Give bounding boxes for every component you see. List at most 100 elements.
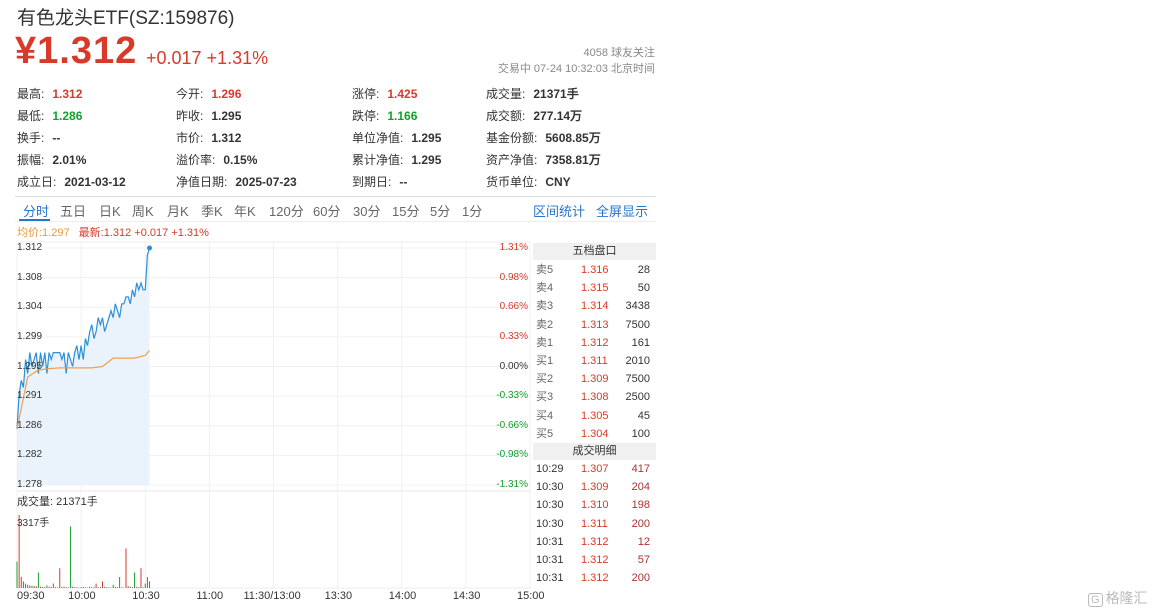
ask-row: 卖2 1.313 7500 xyxy=(533,316,656,334)
ask-row: 卖1 1.312 161 xyxy=(533,334,656,352)
row-label: 10:30 xyxy=(536,499,564,512)
y-percent-tick: -0.66% xyxy=(496,419,528,431)
y-price-tick: 1.312 xyxy=(17,242,43,253)
row-volume: 3438 xyxy=(625,300,650,313)
watermark-logo: G 格隆汇 xyxy=(1088,588,1148,608)
y-price-tick: 1.299 xyxy=(17,330,43,342)
x-time-tick: 11:00 xyxy=(196,590,224,602)
y-percent-tick: 1.31% xyxy=(499,242,528,253)
ask-row: 卖4 1.315 50 xyxy=(533,279,656,297)
row-volume: 198 xyxy=(631,499,650,512)
row-volume: 161 xyxy=(631,336,650,349)
trade-row: 10:31 1.312 12 xyxy=(533,533,656,551)
row-label: 10:31 xyxy=(536,554,564,566)
bid-row: 买4 1.305 45 xyxy=(533,407,656,425)
row-volume: 2500 xyxy=(625,391,650,404)
y-percent-tick: 0.66% xyxy=(499,301,528,313)
trade-row: 10:31 1.312 200 xyxy=(533,569,656,587)
bid-row: 买3 1.308 2500 xyxy=(533,388,656,406)
trades-title: 成交明细 xyxy=(533,443,656,460)
row-label: 买4 xyxy=(536,409,554,422)
trade-row: 10:31 1.312 57 xyxy=(533,551,656,569)
row-volume: 45 xyxy=(637,409,650,422)
row-price: 1.315 xyxy=(581,282,609,295)
row-price: 1.309 xyxy=(581,481,609,494)
y-price-tick: 1.286 xyxy=(17,419,43,431)
row-label: 买1 xyxy=(536,355,554,367)
row-label: 卖3 xyxy=(536,300,554,313)
row-volume: 50 xyxy=(637,282,650,295)
row-label: 10:30 xyxy=(536,517,564,530)
row-price: 1.310 xyxy=(581,499,609,512)
trade-row: 10:30 1.310 198 xyxy=(533,496,656,514)
row-volume: 417 xyxy=(631,463,650,475)
row-label: 10:31 xyxy=(536,535,564,548)
row-label: 买3 xyxy=(536,391,554,404)
order-book-title: 五档盘口 xyxy=(533,243,656,260)
ask-row: 卖3 1.314 3438 xyxy=(533,297,656,315)
row-price: 1.311 xyxy=(581,355,608,367)
row-price: 1.313 xyxy=(581,318,609,331)
watermark-icon: G xyxy=(1088,593,1103,607)
bid-row: 买1 1.311 2010 xyxy=(533,352,656,370)
row-volume: 12 xyxy=(637,535,650,548)
row-price: 1.311 xyxy=(581,517,608,530)
y-price-tick: 1.291 xyxy=(17,390,43,402)
volume-total-label: 成交量: 21371手 xyxy=(17,496,98,508)
row-label: 10:30 xyxy=(536,481,564,494)
row-volume: 200 xyxy=(631,517,650,530)
y-percent-tick: 0.98% xyxy=(499,271,528,283)
row-label: 卖4 xyxy=(536,282,554,295)
trade-row: 10:30 1.309 204 xyxy=(533,478,656,496)
row-price: 1.314 xyxy=(581,300,609,313)
y-percent-tick: -0.33% xyxy=(496,390,528,402)
row-volume: 100 xyxy=(631,427,650,440)
y-price-tick: 1.282 xyxy=(17,449,43,461)
row-price: 1.312 xyxy=(581,572,609,585)
row-price: 1.307 xyxy=(581,463,609,475)
row-volume: 28 xyxy=(637,264,650,276)
row-label: 卖1 xyxy=(536,336,554,349)
row-price: 1.309 xyxy=(581,373,609,386)
trade-row: 10:29 1.307 417 xyxy=(533,460,656,478)
bid-row: 买5 1.304 100 xyxy=(533,425,656,443)
row-label: 卖2 xyxy=(536,318,554,331)
x-time-tick: 10:30 xyxy=(132,590,160,602)
x-time-tick: 14:00 xyxy=(388,590,417,602)
latest-price-dot xyxy=(147,245,153,251)
ask-row: 卖5 1.316 28 xyxy=(533,261,656,279)
row-label: 买2 xyxy=(536,373,554,386)
row-price: 1.312 xyxy=(581,336,609,349)
x-time-tick: 14:30 xyxy=(452,590,481,602)
row-price: 1.312 xyxy=(581,535,609,548)
row-volume: 200 xyxy=(631,572,650,585)
y-price-tick: 1.308 xyxy=(17,271,43,283)
row-volume: 7500 xyxy=(625,373,650,386)
row-volume: 2010 xyxy=(625,355,650,367)
y-percent-tick: 0.00% xyxy=(499,360,528,372)
y-price-tick: 1.278 xyxy=(17,479,43,490)
row-price: 1.308 xyxy=(581,391,609,404)
row-price: 1.316 xyxy=(581,264,609,276)
y-price-tick: 1.295 xyxy=(17,360,43,372)
y-percent-tick: -0.98% xyxy=(496,449,528,461)
row-volume: 7500 xyxy=(625,318,650,331)
row-label: 10:31 xyxy=(536,572,564,585)
row-price: 1.305 xyxy=(581,409,609,422)
row-label: 卖5 xyxy=(536,264,554,276)
row-label: 买5 xyxy=(536,427,554,440)
row-volume: 204 xyxy=(631,481,650,494)
y-percent-tick: 0.33% xyxy=(499,330,528,342)
row-label: 10:29 xyxy=(536,463,564,475)
trade-row: 10:30 1.311 200 xyxy=(533,515,656,533)
x-time-tick: 10:00 xyxy=(68,590,96,602)
y-percent-tick: -1.31% xyxy=(496,479,528,490)
bid-row: 买2 1.309 7500 xyxy=(533,370,656,388)
watermark-text: 格隆汇 xyxy=(1105,590,1148,606)
volume-max-label: 3317手 xyxy=(17,518,50,529)
x-time-tick: 09:30 xyxy=(17,590,45,602)
row-volume: 57 xyxy=(637,554,650,566)
y-price-tick: 1.304 xyxy=(17,301,43,313)
x-time-tick: 13:30 xyxy=(324,590,353,602)
row-price: 1.304 xyxy=(581,427,609,440)
